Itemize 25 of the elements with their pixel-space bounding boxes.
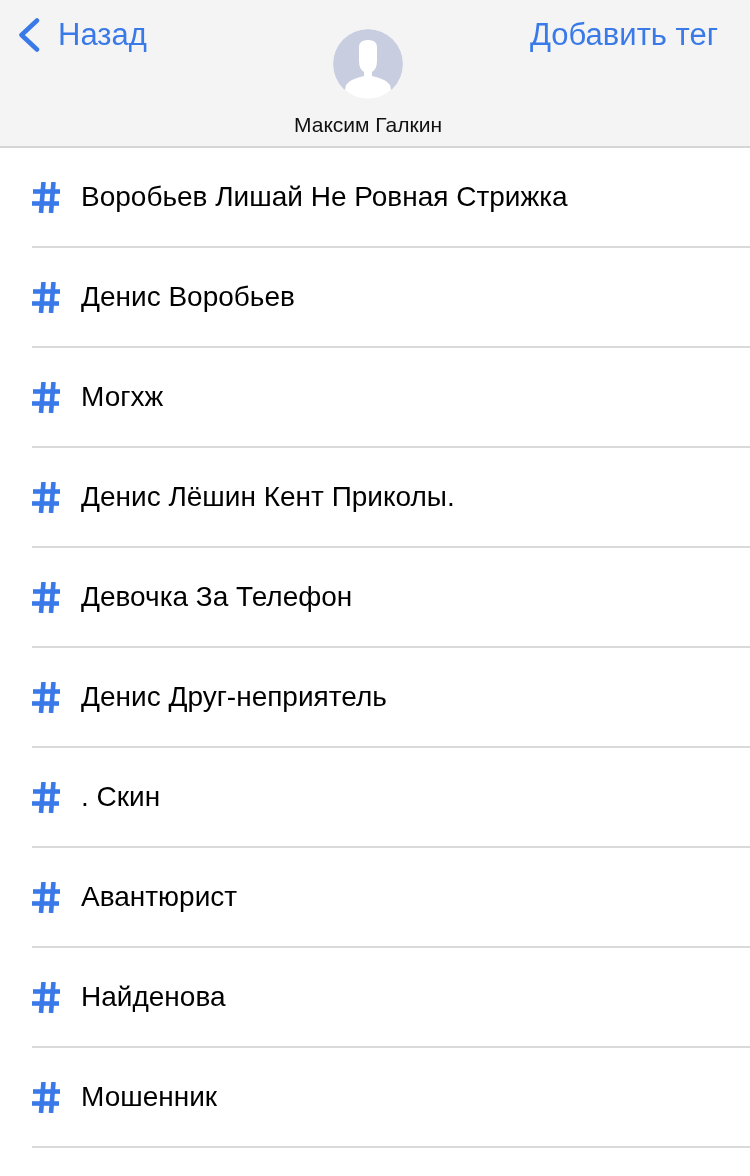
tag-item[interactable]: Девочка За Телефон bbox=[32, 548, 750, 648]
back-button[interactable]: Назад bbox=[18, 14, 147, 56]
tag-item[interactable]: Могхж bbox=[32, 348, 750, 448]
tag-item[interactable]: Воробьев Лишай Не Ровная Стрижка bbox=[32, 148, 750, 248]
hash-icon bbox=[32, 781, 60, 813]
tag-item[interactable]: Денис Друг-неприятель bbox=[32, 648, 750, 748]
back-chevron-icon bbox=[18, 18, 40, 52]
tag-item[interactable]: Денис Воробьев bbox=[32, 248, 750, 348]
hash-icon bbox=[32, 681, 60, 713]
hash-icon bbox=[32, 381, 60, 413]
add-tag-button[interactable]: Добавить тег bbox=[530, 14, 718, 56]
tag-item[interactable]: Авантюрист bbox=[32, 848, 750, 948]
hash-icon bbox=[32, 1081, 60, 1113]
hash-icon bbox=[32, 581, 60, 613]
avatar-icon bbox=[333, 29, 403, 99]
hash-icon bbox=[32, 181, 60, 213]
contact-name: Максим Галкин bbox=[294, 112, 442, 138]
tag-item[interactable]: Мошенник bbox=[32, 1048, 750, 1148]
hash-icon bbox=[32, 481, 60, 513]
tag-item[interactable]: Денис Лёшин Кент Приколы. bbox=[32, 448, 750, 548]
hash-icon bbox=[32, 881, 60, 913]
tag-item[interactable]: Найденова bbox=[32, 948, 750, 1048]
tag-item[interactable]: . Скин bbox=[32, 748, 750, 848]
hash-icon bbox=[32, 281, 60, 313]
hash-icon bbox=[32, 981, 60, 1013]
